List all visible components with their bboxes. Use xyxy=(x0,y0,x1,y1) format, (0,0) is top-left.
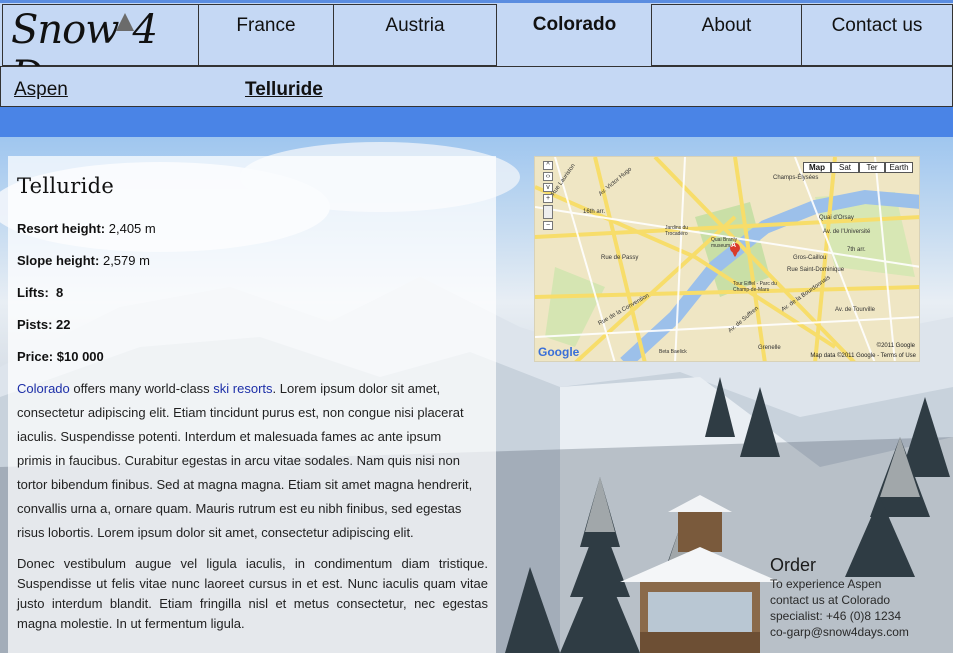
map-copyright: ©2011 Google xyxy=(876,343,915,349)
map-type-earth-button[interactable]: Earth xyxy=(885,162,913,173)
stat-pists: Pists: 22 xyxy=(17,317,71,332)
stat-value: 2,579 m xyxy=(102,253,150,268)
nav-label: About xyxy=(701,15,752,36)
map-label: Av. de l'Université xyxy=(823,229,871,235)
stat-value: $10 000 xyxy=(56,349,104,364)
map-label: Rue de Passy xyxy=(601,255,639,261)
google-logo[interactable]: Google xyxy=(538,345,579,359)
description-paragraph-1: Colorado offers many world-class ski res… xyxy=(17,377,479,545)
order-title: Order xyxy=(770,555,817,575)
subnav-telluride[interactable]: Telluride xyxy=(245,79,323,101)
order-email[interactable]: co-garp@snow4days.com xyxy=(770,624,950,640)
map-label: Quai Branly museum xyxy=(711,237,738,249)
stat-value: 8 xyxy=(56,285,64,300)
top-navigation: Snow4 Days France Austria Colorado About… xyxy=(0,0,953,99)
map-zoom-slider[interactable] xyxy=(543,205,553,219)
stat-label: Resort height: xyxy=(17,221,106,236)
nav-label: Colorado xyxy=(532,14,617,35)
stat-value: 22 xyxy=(56,317,71,332)
map-label: Av. de Tourville xyxy=(835,307,876,313)
order-line: contact us at Colorado xyxy=(770,593,891,607)
stat-lifts: Lifts: 8 xyxy=(17,285,63,300)
top-accent-line xyxy=(0,0,953,3)
nav-france[interactable]: France xyxy=(199,4,334,66)
colorado-link[interactable]: Colorado xyxy=(17,381,70,396)
map-label: Grenelle xyxy=(758,345,781,351)
map-tiles xyxy=(535,157,919,361)
location-map[interactable]: A Champs-Élysées Rue Lauriston Av. Victo… xyxy=(534,156,920,362)
nav-label: Contact us xyxy=(831,15,923,36)
map-pan-down-icon[interactable]: v xyxy=(543,183,553,192)
order-line: To experience Aspen xyxy=(770,577,882,591)
subnav-aspen[interactable]: Aspen xyxy=(14,79,68,101)
description-paragraph-2: Donec vestibulum augue vel ligula iaculi… xyxy=(17,556,488,631)
nav-label: France xyxy=(236,15,296,36)
site-logo[interactable]: Snow4 Days xyxy=(2,4,199,99)
map-zoom-out-button[interactable]: − xyxy=(543,221,553,230)
map-type-terrain-button[interactable]: Ter xyxy=(859,162,885,173)
order-box: Order To experience Aspen contact us at … xyxy=(770,555,950,640)
map-pan-icon[interactable]: ‹› xyxy=(543,172,553,181)
stat-price: Price: $10 000 xyxy=(17,349,104,364)
stat-label: Pists: xyxy=(17,317,53,332)
map-zoom-in-button[interactable]: + xyxy=(543,194,553,203)
map-label: Beta Baelick xyxy=(659,349,687,355)
stat-label: Slope height: xyxy=(17,253,100,268)
nav-about[interactable]: About xyxy=(651,4,802,66)
map-pan-up-icon[interactable]: ^ xyxy=(543,161,553,170)
map-label: Rue Saint-Dominique xyxy=(787,267,845,273)
logo-text-snow: Snow xyxy=(11,7,119,53)
map-label: Quai d'Orsay xyxy=(819,215,854,221)
map-terms-footer[interactable]: Map data ©2011 Google - Terms of Use xyxy=(810,353,916,359)
map-label: Tour Eiffel - Parc du Champ-de-Mars xyxy=(733,281,777,293)
stat-resort-height: Resort height: 2,405 m xyxy=(17,221,156,236)
nav-austria[interactable]: Austria xyxy=(334,4,497,66)
stat-label: Lifts: xyxy=(17,285,49,300)
resort-info-panel: Telluride Resort height: 2,405 m Slope h… xyxy=(8,156,496,653)
map-type-map-button[interactable]: Map xyxy=(803,162,831,173)
map-label: Champs-Élysées xyxy=(773,175,819,181)
stat-value: 2,405 m xyxy=(108,221,156,236)
map-label: 7th arr. xyxy=(847,247,866,253)
map-label: 16th arr. xyxy=(583,209,606,215)
map-type-satellite-button[interactable]: Sat xyxy=(831,162,859,173)
resort-title: Telluride xyxy=(17,174,115,198)
stat-slope-height: Slope height: 2,579 m xyxy=(17,253,150,268)
para1-text: . Lorem ipsum dolor sit amet, consectetu… xyxy=(17,381,473,540)
order-line: specialist: +46 (0)8 1234 xyxy=(770,609,902,623)
stat-label: Price: xyxy=(17,349,54,364)
logo-text-4: 4 xyxy=(132,7,157,53)
para1-text: offers many world-class xyxy=(69,381,214,396)
map-label: Gros-Caillou xyxy=(793,255,827,261)
nav-colorado[interactable]: Colorado xyxy=(497,4,652,66)
nav-label: Austria xyxy=(385,15,445,36)
sub-navigation: Aspen Telluride xyxy=(0,66,953,107)
header-band xyxy=(0,107,953,139)
nav-contact[interactable]: Contact us xyxy=(802,4,953,66)
ski-resorts-link[interactable]: ski resorts xyxy=(213,381,272,396)
map-label: Jardins du Trocadéro xyxy=(665,225,689,237)
map-zoom-controls: ^ ‹› v + − xyxy=(543,161,555,232)
